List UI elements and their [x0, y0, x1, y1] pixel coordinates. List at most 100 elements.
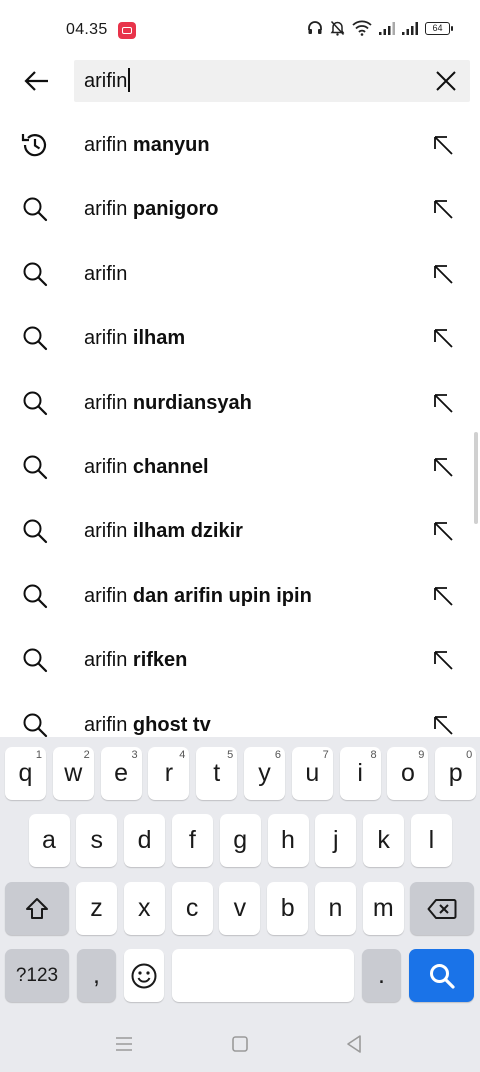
fill-query-arrow-icon[interactable]: [428, 323, 458, 353]
back-button[interactable]: [16, 60, 58, 102]
key-label: p: [448, 759, 463, 787]
emoji-key[interactable]: [124, 949, 164, 1002]
key-r[interactable]: r4: [148, 747, 190, 800]
suggestion-item[interactable]: arifin ilham dzikir: [0, 499, 480, 563]
key-hint: 1: [35, 749, 42, 761]
back-nav-button[interactable]: [342, 1032, 366, 1056]
suggestion-prefix: arifin: [84, 584, 128, 607]
key-o[interactable]: o9: [387, 747, 429, 800]
key-hint: 9: [418, 749, 425, 761]
key-d[interactable]: d: [124, 814, 166, 867]
key-label: q: [18, 759, 33, 787]
key-g[interactable]: g: [219, 814, 261, 867]
suggestion-item[interactable]: arifin dan arifin upin ipin: [0, 564, 480, 628]
key-label: y: [258, 759, 271, 787]
key-label: x: [138, 894, 151, 922]
fill-query-arrow-icon[interactable]: [428, 452, 458, 482]
key-n[interactable]: n: [315, 882, 356, 935]
suggestion-text: arifin ilham: [84, 306, 185, 370]
key-b[interactable]: b: [267, 882, 309, 935]
fill-query-arrow-icon[interactable]: [428, 259, 458, 289]
symbols-key[interactable]: ?123: [5, 949, 69, 1002]
fill-query-arrow-icon[interactable]: [428, 130, 458, 160]
suggestion-item[interactable]: arifin nurdiansyah: [0, 371, 480, 435]
space-key[interactable]: [172, 949, 354, 1002]
key-hint: 4: [179, 749, 186, 761]
key-t[interactable]: t5: [196, 747, 238, 800]
close-icon: [436, 71, 456, 91]
fill-query-arrow-icon[interactable]: [428, 581, 458, 611]
key-l[interactable]: l: [410, 814, 452, 867]
wifi-icon: [352, 20, 372, 36]
fill-query-arrow-icon[interactable]: [428, 710, 458, 737]
status-icons: 64: [307, 20, 453, 36]
key-y[interactable]: y6: [244, 747, 285, 800]
key-w[interactable]: w2: [52, 747, 94, 800]
clear-search-button[interactable]: [430, 65, 462, 97]
key-a[interactable]: a: [28, 814, 70, 867]
comma-key[interactable]: ,: [77, 949, 116, 1002]
key-x[interactable]: x: [123, 882, 165, 935]
search-icon: [429, 963, 455, 989]
suggestion-text: arifin: [84, 242, 127, 306]
shift-key[interactable]: [5, 882, 69, 935]
suggestion-text: arifin manyun: [84, 113, 210, 177]
search-icon: [20, 516, 50, 546]
key-s[interactable]: s: [76, 814, 118, 867]
suggestion-completion: dan arifin upin ipin: [132, 584, 312, 607]
home-button[interactable]: [228, 1032, 252, 1056]
key-label: c: [185, 894, 199, 922]
navigation-bar: [0, 1012, 480, 1072]
key-u[interactable]: u7: [291, 747, 333, 800]
suggestion-item[interactable]: arifin manyun: [0, 113, 480, 177]
key-p[interactable]: p0: [435, 747, 477, 800]
key-v[interactable]: v: [219, 882, 261, 935]
key-f[interactable]: f: [171, 814, 213, 867]
period-key[interactable]: .: [362, 949, 401, 1002]
key-label: b: [280, 894, 295, 922]
shift-icon: [26, 897, 48, 919]
recent-apps-button[interactable]: [112, 1032, 136, 1056]
symbols-key-label: ?123: [15, 964, 59, 986]
fill-query-arrow-icon[interactable]: [428, 645, 458, 675]
suggestions-list: arifin manyun arifin panigoro arifin arifin…: [0, 113, 480, 737]
fill-query-arrow-icon[interactable]: [428, 516, 458, 546]
key-e[interactable]: e3: [100, 747, 142, 800]
key-label: e: [114, 759, 129, 787]
key-label: n: [328, 894, 343, 922]
menu-icon: [116, 1037, 132, 1051]
period-key-label: .: [378, 961, 385, 989]
search-enter-key[interactable]: [409, 949, 474, 1002]
backspace-key[interactable]: [410, 882, 474, 935]
search-icon: [20, 388, 50, 418]
suggestion-completion: panigoro: [132, 198, 219, 221]
scrollbar[interactable]: [474, 432, 478, 524]
fill-query-arrow-icon[interactable]: [428, 194, 458, 224]
suggestion-item[interactable]: arifin channel: [0, 435, 480, 499]
emoji-icon: [131, 963, 157, 988]
key-label: f: [188, 826, 196, 854]
key-c[interactable]: c: [171, 882, 213, 935]
suggestion-prefix: arifin: [84, 262, 128, 285]
suggestion-prefix: arifin: [84, 455, 128, 478]
comma-key-label: ,: [93, 961, 100, 989]
key-hint: 8: [370, 749, 377, 761]
key-h[interactable]: h: [267, 814, 309, 867]
key-z[interactable]: z: [76, 882, 117, 935]
key-k[interactable]: k: [363, 814, 405, 867]
key-label: w: [64, 759, 83, 787]
suggestion-item[interactable]: arifin ilham: [0, 306, 480, 370]
suggestion-prefix: arifin: [84, 134, 128, 156]
suggestion-item[interactable]: arifin: [0, 242, 480, 306]
search-box[interactable]: arifin: [74, 60, 470, 102]
suggestion-item[interactable]: arifin panigoro: [0, 177, 480, 241]
fill-query-arrow-icon[interactable]: [428, 388, 458, 418]
key-q[interactable]: q1: [5, 747, 46, 800]
key-i[interactable]: i8: [339, 747, 381, 800]
suggestion-item[interactable]: arifin rifken: [0, 628, 480, 692]
key-label: v: [233, 894, 247, 922]
search-input[interactable]: arifin: [84, 60, 131, 102]
suggestion-item[interactable]: arifin ghost tv: [0, 693, 480, 737]
key-j[interactable]: j: [315, 814, 357, 867]
key-m[interactable]: m: [362, 882, 404, 935]
